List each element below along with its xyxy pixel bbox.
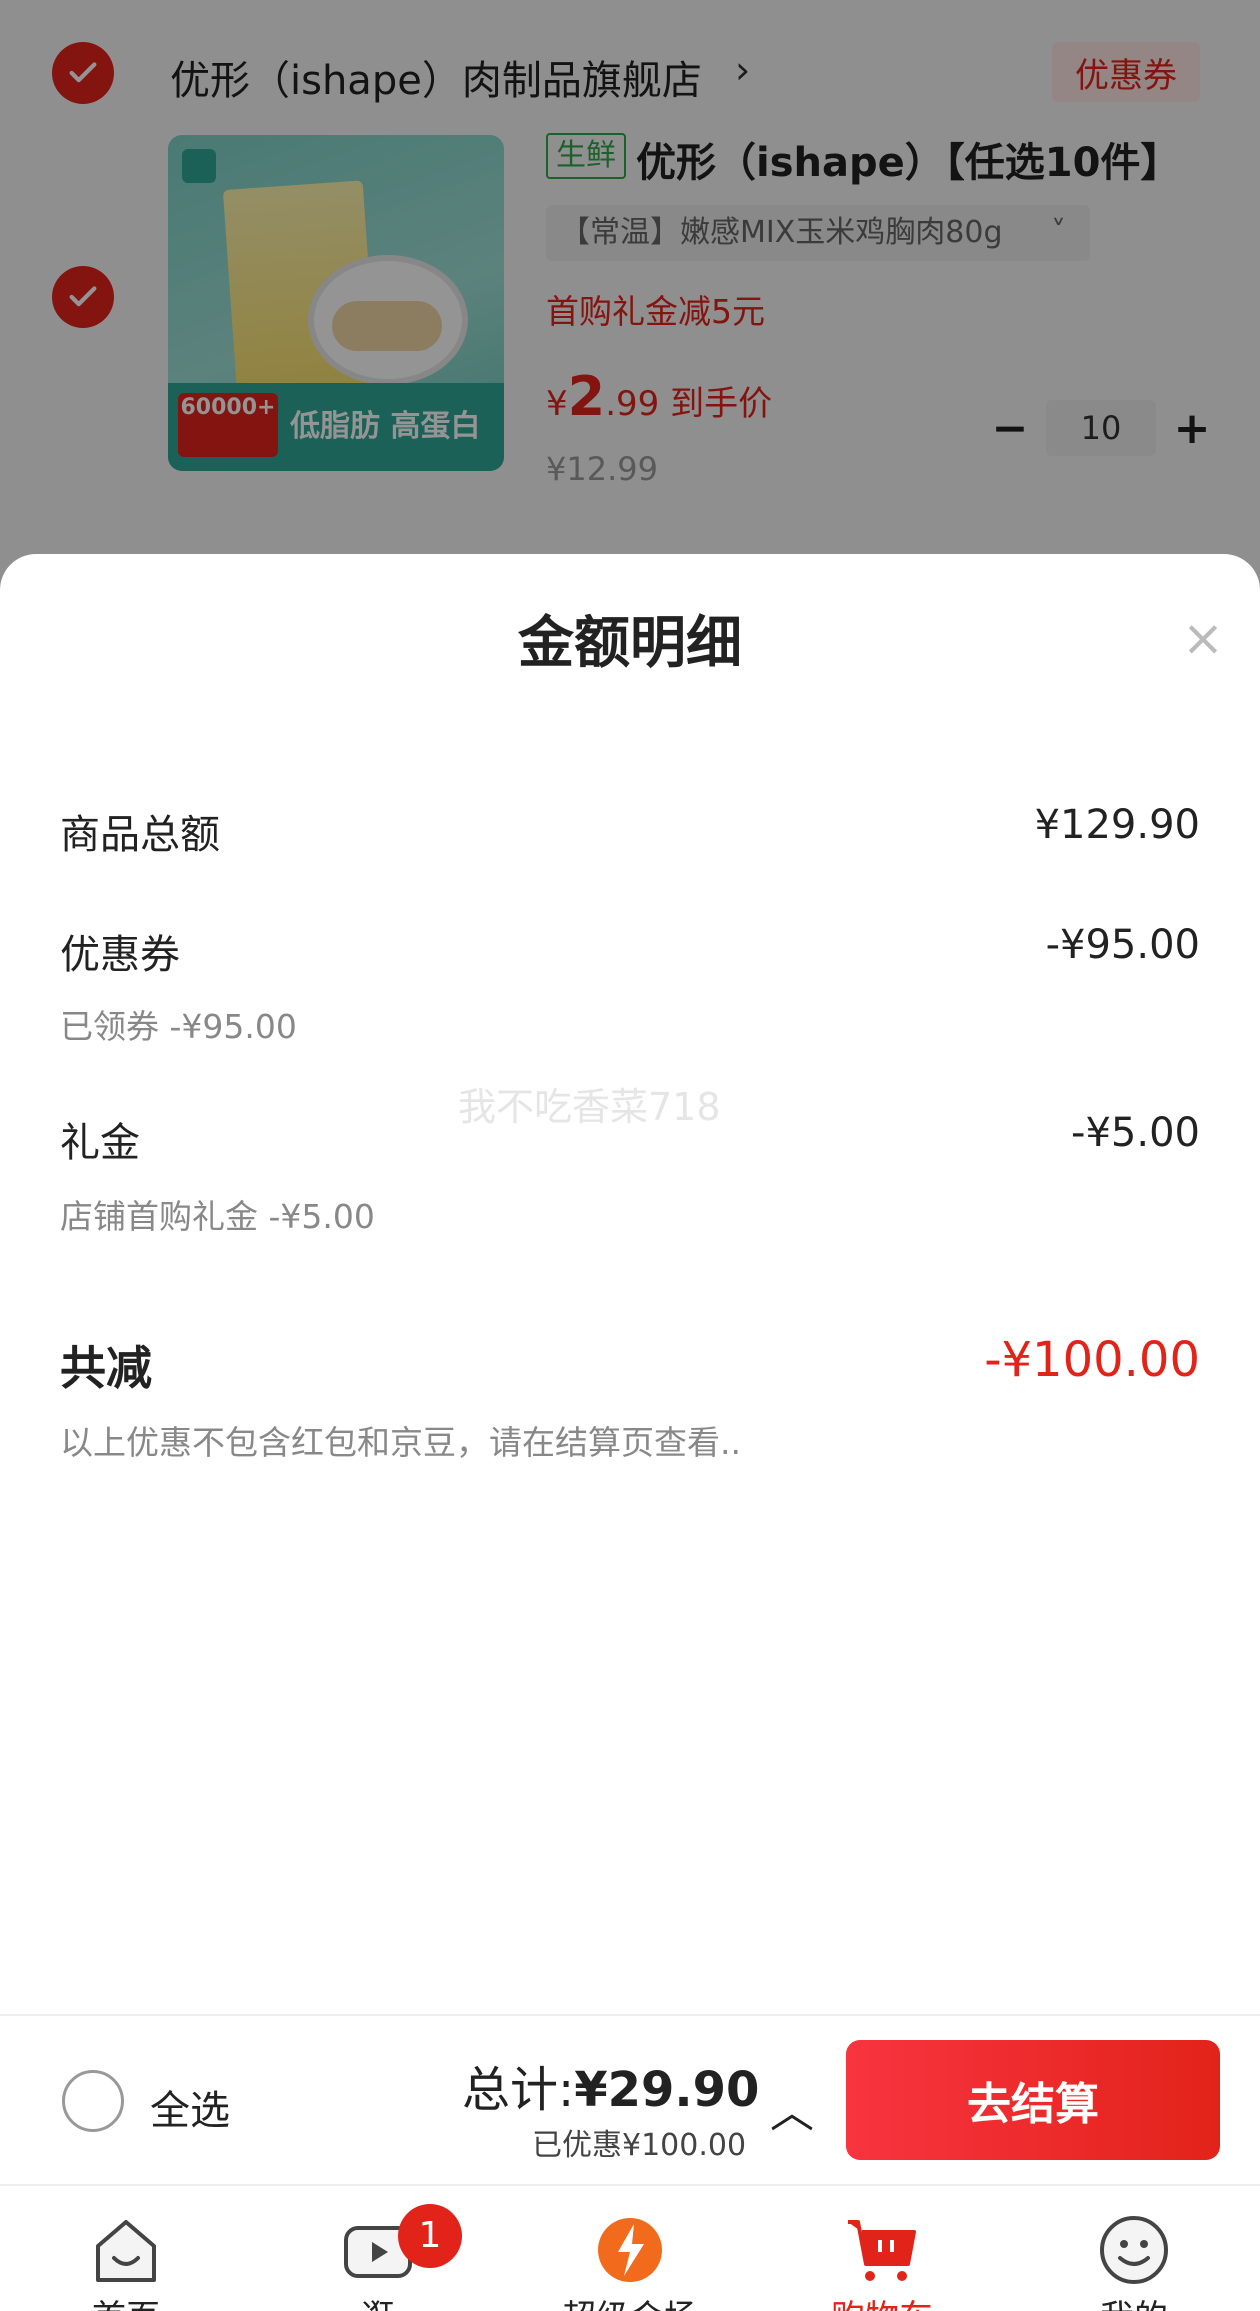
coupon-label: 优惠券 <box>60 932 180 978</box>
coupon-value: -¥95.00 <box>1045 922 1200 968</box>
tab-label: 首页 <box>0 2290 252 2311</box>
discount-note: 以上优惠不包含红包和京豆，请在结算页查看.. <box>60 1423 741 1462</box>
tab-super-venue[interactable]: 超级会场 <box>504 2186 756 2311</box>
notification-badge: 1 <box>398 2204 462 2268</box>
chevron-up-icon[interactable]: ︿ <box>770 2076 814 2140</box>
select-all-label[interactable]: 全选 <box>150 2078 230 2136</box>
total-prefix: 总计: <box>462 2062 575 2118</box>
goods-total-value: ¥129.90 <box>1034 802 1200 848</box>
profile-icon <box>1100 2216 1168 2284</box>
super-venue-icon <box>598 2218 662 2282</box>
tab-label: 超级会场 <box>504 2290 756 2311</box>
tab-cart[interactable]: 购物车 <box>756 2186 1008 2311</box>
tab-profile[interactable]: 我的 <box>1008 2186 1260 2311</box>
amount-detail-sheet: 金额明细 × 商品总额 ¥129.90 优惠券 -¥95.00 已领券 -¥95… <box>0 554 1260 2014</box>
gift-money-label: 礼金 <box>60 1120 140 1166</box>
total-discount-value: -¥100.00 <box>984 1332 1200 1388</box>
checkout-bar: 全选 总计:¥29.90 已优惠¥100.00 ︿ 去结算 <box>0 2014 1260 2184</box>
coupon-detail: 已领券 -¥95.00 <box>60 1007 297 1046</box>
total-amount: ¥29.90 <box>574 2062 760 2118</box>
saved-amount: 已优惠¥100.00 <box>532 2128 747 2163</box>
tab-label: 逛 <box>252 2290 504 2311</box>
close-icon[interactable]: × <box>1182 609 1224 667</box>
tab-explore[interactable]: 逛 <box>252 2186 504 2311</box>
bottom-tab-bar: 首页 逛 1 超级会场 购物车 我的 <box>0 2184 1260 2311</box>
gift-money-detail: 店铺首购礼金 -¥5.00 <box>60 1197 375 1236</box>
total-price: 总计:¥29.90 <box>462 2050 759 2120</box>
gift-money-value: -¥5.00 <box>1071 1110 1200 1156</box>
watermark: 我不吃香菜718 <box>458 1085 721 1129</box>
total-discount-label: 共减 <box>60 1341 152 1395</box>
tab-home[interactable]: 首页 <box>0 2186 252 2311</box>
select-all-checkbox[interactable] <box>62 2070 124 2132</box>
cart-icon <box>848 2220 916 2281</box>
home-icon <box>96 2220 156 2282</box>
tab-label: 购物车 <box>756 2290 1008 2311</box>
goods-total-label: 商品总额 <box>60 812 220 858</box>
sheet-title: 金额明细 <box>518 611 742 676</box>
checkout-button[interactable]: 去结算 <box>846 2040 1220 2160</box>
modal-overlay[interactable] <box>0 0 1260 600</box>
tab-label: 我的 <box>1008 2290 1260 2311</box>
